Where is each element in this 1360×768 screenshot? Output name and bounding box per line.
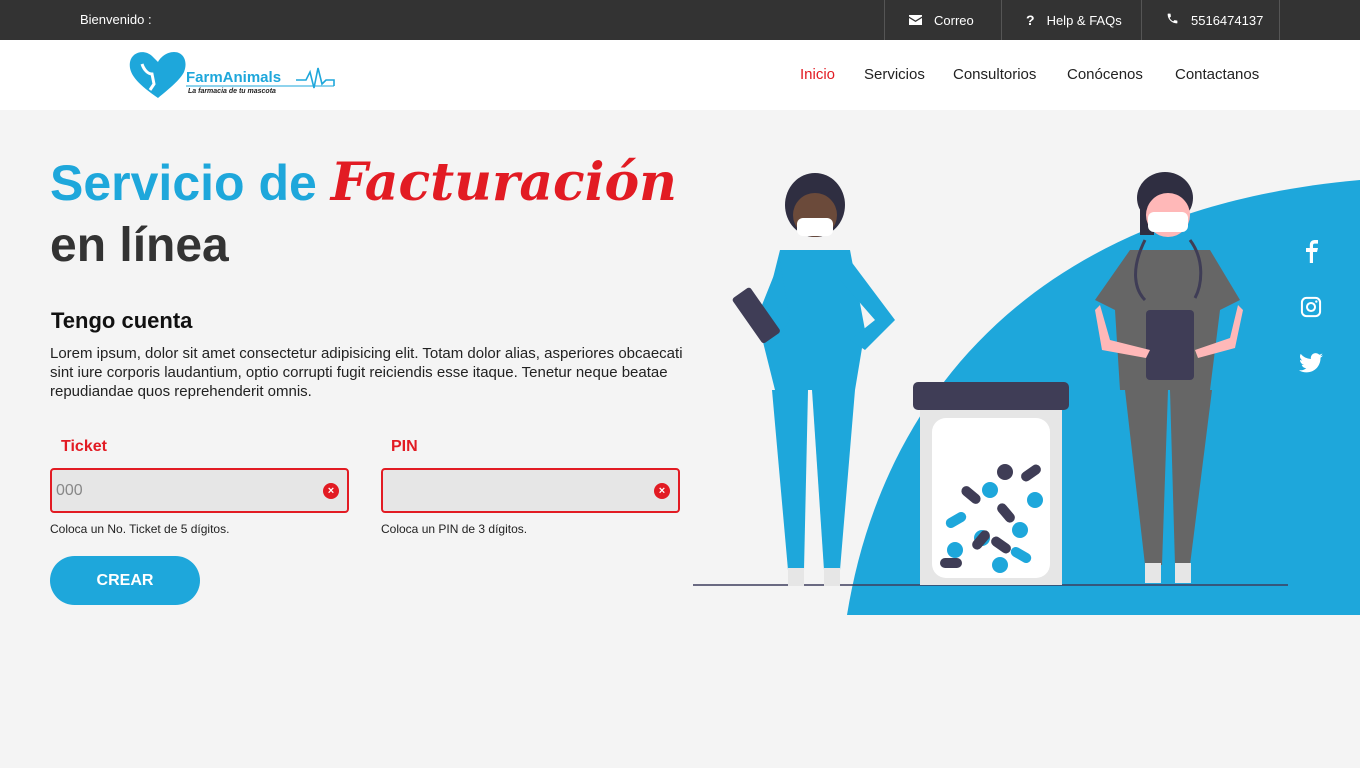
instagram-icon[interactable] bbox=[1296, 292, 1326, 322]
help-link[interactable]: ? Help & FAQs bbox=[1001, 0, 1142, 40]
mail-label: Correo bbox=[934, 12, 974, 28]
phone-icon bbox=[1166, 12, 1179, 28]
crear-button[interactable]: CREAR bbox=[50, 556, 200, 605]
main-header: FarmAnimals La farmacia de tu mascota In… bbox=[0, 40, 1360, 110]
pin-hint: Coloca un PIN de 3 dígitos. bbox=[381, 522, 528, 536]
pill-jar bbox=[913, 382, 1069, 585]
nav-inicio[interactable]: Inicio bbox=[800, 66, 835, 83]
title-part1: Servicio de bbox=[50, 155, 317, 211]
mail-link[interactable]: Correo bbox=[884, 0, 1001, 40]
logo[interactable]: FarmAnimals La farmacia de tu mascota bbox=[128, 50, 338, 102]
ticket-hint: Coloca un No. Ticket de 5 dígitos. bbox=[50, 522, 230, 536]
phone-label: 5516474137 bbox=[1191, 12, 1264, 28]
nav-contactanos[interactable]: Contactanos bbox=[1175, 66, 1259, 83]
twitter-icon[interactable] bbox=[1296, 348, 1326, 378]
section-description: Lorem ipsum, dolor sit amet consectetur … bbox=[50, 345, 683, 400]
ticket-field-wrap: × bbox=[50, 468, 349, 513]
top-bar: Bienvenido : Correo ? Help & FAQs 551647… bbox=[0, 0, 1360, 40]
welcome-text: Bienvenido : bbox=[80, 12, 152, 27]
error-icon: × bbox=[654, 483, 670, 499]
help-label: Help & FAQs bbox=[1046, 12, 1122, 28]
nav-conocenos[interactable]: Conócenos bbox=[1067, 66, 1143, 83]
page-title-line2: en línea bbox=[50, 219, 229, 272]
ticket-label: Ticket bbox=[61, 438, 107, 455]
pin-input[interactable] bbox=[383, 470, 678, 511]
logo-tagline: La farmacia de tu mascota bbox=[188, 88, 276, 95]
pin-field-wrap: × bbox=[381, 468, 680, 513]
question-icon: ? bbox=[1026, 12, 1035, 28]
logo-brand: FarmAnimals bbox=[186, 69, 282, 86]
section-subtitle: Tengo cuenta bbox=[51, 308, 193, 333]
pin-label: PIN bbox=[391, 438, 418, 455]
ticket-input[interactable] bbox=[52, 470, 347, 511]
nav-servicios[interactable]: Servicios bbox=[864, 66, 925, 83]
envelope-icon bbox=[909, 13, 922, 28]
nav-consultorios[interactable]: Consultorios bbox=[953, 66, 1036, 83]
error-icon: × bbox=[323, 483, 339, 499]
page-title: Servicio de Facturación bbox=[50, 152, 677, 213]
facebook-icon[interactable] bbox=[1296, 236, 1326, 266]
phone-link[interactable]: 5516474137 bbox=[1141, 0, 1280, 40]
hero-illustration bbox=[690, 160, 1360, 620]
title-accent: Facturación bbox=[330, 152, 677, 213]
